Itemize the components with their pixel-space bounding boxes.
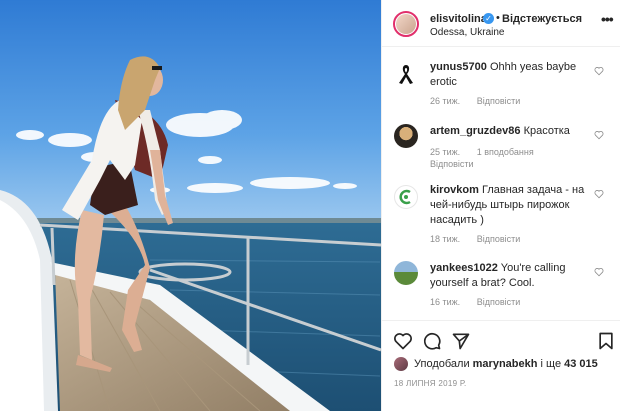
bookmark-icon[interactable] <box>596 331 616 351</box>
comment-username[interactable]: artem_gruzdev86 <box>430 125 521 137</box>
likes-text: Уподобали marynabekh і ще 43 015 <box>414 358 598 370</box>
comment-text: Красотка <box>523 125 570 137</box>
comment-body: yankees1022 You're calling yourself a br… <box>430 261 590 291</box>
following-button[interactable]: Відстежується <box>502 13 582 25</box>
comment-body: yunus5700 Ohhh yeas baybe erotic <box>430 60 590 90</box>
post-photo[interactable] <box>0 0 381 411</box>
comment-username[interactable]: kirovkom <box>430 184 479 196</box>
comment-meta: 26 тиж. Відповісти <box>430 96 534 106</box>
comment-likes-count[interactable]: 1 вподобання <box>477 147 534 157</box>
black-ribbon-icon[interactable] <box>394 62 418 86</box>
comment-age[interactable]: 26 тиж. <box>430 96 460 106</box>
author-avatar-image <box>396 14 416 34</box>
commenter-avatar[interactable] <box>394 124 418 148</box>
green-logo-avatar[interactable] <box>394 185 418 209</box>
reply-button[interactable]: Відповісти <box>477 234 521 244</box>
likes-prefix: Уподобали <box>414 358 470 370</box>
likes-and: і ще <box>540 358 562 370</box>
comment-meta: 18 тиж. Відповісти <box>430 234 534 244</box>
share-paper-plane-icon[interactable] <box>451 331 471 351</box>
comment-age[interactable]: 25 тиж. <box>430 147 460 157</box>
comment-bubble-icon[interactable] <box>422 331 442 351</box>
post-date[interactable]: 18 ЛИПНЯ 2019 Р. <box>394 379 467 388</box>
author-avatar[interactable] <box>393 11 419 37</box>
like-comment-icon[interactable] <box>594 130 604 140</box>
comment-username[interactable]: yankees1022 <box>430 262 498 274</box>
post-location[interactable]: Odessa, Ukraine <box>430 27 504 38</box>
comment-username[interactable]: yunus5700 <box>430 61 487 73</box>
author-username[interactable]: elisvitolina <box>430 13 487 25</box>
post-sidebar: elisvitolina ✓ • Відстежується Odessa, U… <box>381 0 620 411</box>
commenter-avatar[interactable] <box>394 261 418 285</box>
like-comment-icon[interactable] <box>594 66 604 76</box>
post-header: elisvitolina ✓ • Відстежується Odessa, U… <box>382 0 620 47</box>
reply-button[interactable]: Відповісти <box>430 159 474 169</box>
comments-list[interactable]: yunus5700 Ohhh yeas baybe erotic 26 тиж.… <box>382 48 620 320</box>
post-actions: Уподобали marynabekh і ще 43 015 18 ЛИПН… <box>382 320 620 411</box>
comment-meta: 25 тиж. 1 вподобання Відповісти <box>430 146 580 170</box>
comment-age[interactable]: 16 тиж. <box>430 297 460 307</box>
photo-yacht-woman <box>0 0 381 411</box>
reply-button[interactable]: Відповісти <box>477 297 521 307</box>
reply-button[interactable]: Відповісти <box>477 96 521 106</box>
more-options-icon[interactable]: ••• <box>601 12 614 26</box>
likes-count[interactable]: 43 015 <box>564 358 598 370</box>
like-comment-icon[interactable] <box>594 267 604 277</box>
comment-meta: 16 тиж. Відповісти <box>430 297 534 307</box>
verified-badge-icon: ✓ <box>483 13 494 24</box>
comment-body: kirovkom Главная задача - на чей-нибудь … <box>430 183 590 228</box>
like-comment-icon[interactable] <box>594 189 604 199</box>
liker-username[interactable]: marynabekh <box>473 358 538 370</box>
comment-age[interactable]: 18 тиж. <box>430 234 460 244</box>
liker-avatar[interactable] <box>394 357 408 371</box>
comment-body: artem_gruzdev86 Красотка <box>430 124 590 139</box>
likes-summary: Уподобали marynabekh і ще 43 015 <box>394 357 614 373</box>
header-separator: • <box>496 12 500 24</box>
like-heart-icon[interactable] <box>393 331 413 351</box>
